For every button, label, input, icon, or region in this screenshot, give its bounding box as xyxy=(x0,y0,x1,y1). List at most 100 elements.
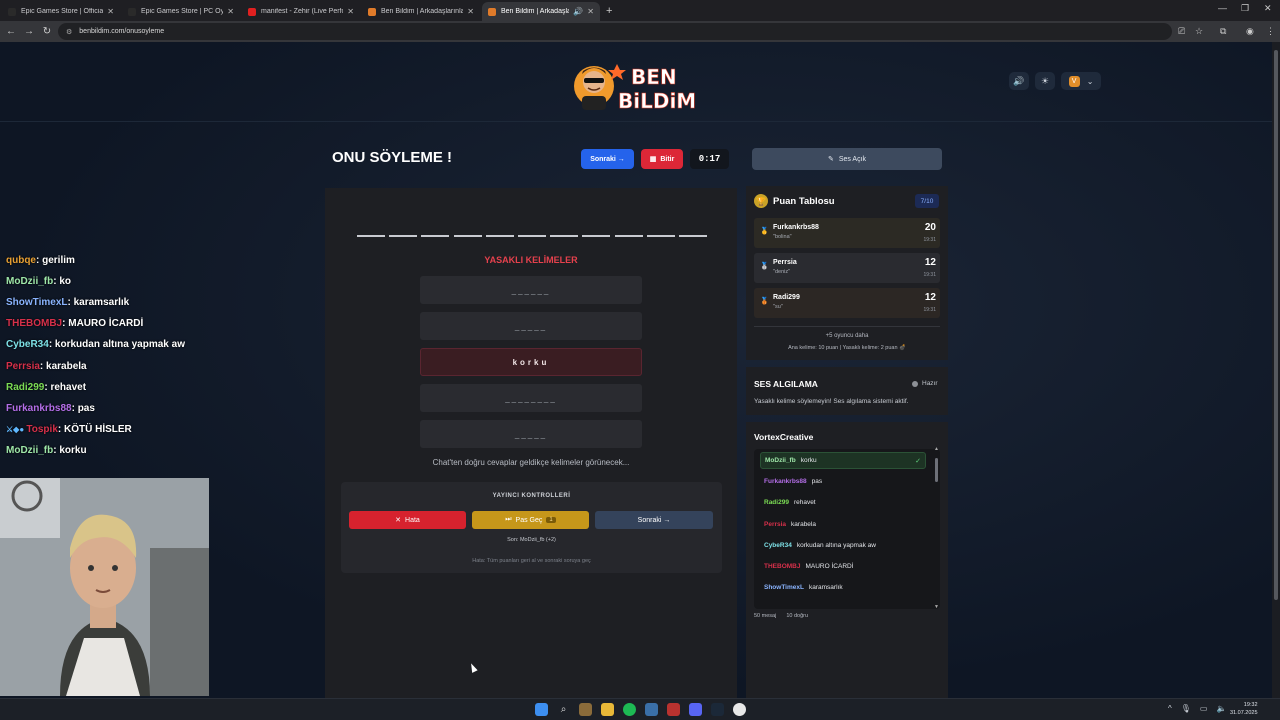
chat-message: karabela xyxy=(791,520,816,528)
browser-tab[interactable]: manifest - Zehir (Live Performa✕ xyxy=(242,2,360,21)
chat-scroll-thumb[interactable] xyxy=(935,458,938,482)
chat-message: : karabela xyxy=(39,360,87,372)
speaker-icon: 🔊 xyxy=(573,7,584,16)
chat-message: karamsarlık xyxy=(808,584,843,592)
file-explorer-icon[interactable] xyxy=(601,703,614,716)
chat-message: : KÖTÜ HİSLER xyxy=(57,423,132,435)
back-icon[interactable]: ← xyxy=(2,26,20,37)
chevron-up-icon[interactable]: ^ xyxy=(1168,704,1172,713)
sound-toggle-button[interactable]: ✎ Ses Açık xyxy=(752,148,942,170)
stream-chat-line: Radi299: rehavet xyxy=(6,382,86,393)
gold-medal-icon: 🥇 xyxy=(760,228,769,235)
chat-username: THEBOMBJ xyxy=(764,563,801,570)
os-taskbar: ⌕ ^ 🎙 ▭ 🔈 19:32 31.07.2025 xyxy=(0,698,1280,720)
error-button[interactable]: ✕ Hata xyxy=(349,511,466,529)
scroll-down-icon[interactable]: ▼ xyxy=(934,604,939,610)
stream-chat-line: ShowTimexL: karamsarlık xyxy=(6,297,129,308)
maximize-icon[interactable]: ❐ xyxy=(1241,3,1249,14)
widgets-icon[interactable] xyxy=(579,703,592,716)
tab-close-icon[interactable]: ✕ xyxy=(107,7,114,16)
steam-icon[interactable] xyxy=(711,703,724,716)
round-counter: 7/10 xyxy=(915,194,939,208)
next-control-button[interactable]: Sonraki → xyxy=(595,511,713,529)
chat-message: : korku xyxy=(53,444,87,456)
rank-word: "deniz" xyxy=(773,269,791,275)
profile-icon[interactable]: ◉ xyxy=(1246,26,1254,37)
page-scrollbar[interactable] xyxy=(1272,42,1280,698)
url-field[interactable]: ⚙ benbildim.com/onusoyleme xyxy=(58,23,1172,40)
site-header: BEN BiLDiM 🔊 ☀ V ⌄ xyxy=(0,42,1272,122)
letter-blank xyxy=(485,235,514,237)
site-logo[interactable]: BEN BiLDiM xyxy=(572,52,697,116)
chat-list-item: MoDzii_fb korku ✓ xyxy=(760,452,926,469)
browser-tab[interactable]: Epic Games Store | PC Oyunları✕ xyxy=(122,2,240,21)
stream-chat-line: MoDzii_fb: ko xyxy=(6,276,71,287)
banned-words-title: YASAKLI KELİMELER xyxy=(484,255,578,265)
close-window-icon[interactable]: ✕ xyxy=(1264,3,1272,14)
stream-chat-line: THEBOMBJ: MAURO İCARDİ xyxy=(6,318,143,329)
silver-medal-icon: 🥈 xyxy=(760,263,769,270)
chat-scrollbar[interactable]: ▲ ▼ xyxy=(934,446,940,610)
rank-time: 19:31 xyxy=(923,307,936,313)
profile-menu[interactable]: V ⌄ xyxy=(1061,72,1101,90)
app-icon[interactable] xyxy=(645,703,658,716)
more-players: +5 oyuncu daha xyxy=(825,333,869,339)
app-icon[interactable] xyxy=(667,703,680,716)
volume-icon[interactable]: 🔈 xyxy=(1216,704,1226,713)
tab-close-icon[interactable]: ✕ xyxy=(347,7,354,16)
mic-icon[interactable]: 🎙 xyxy=(1181,704,1191,713)
address-bar-row: ← → ↻ ⚙ benbildim.com/onusoyleme ⎚ ☆ ⧉ ◉… xyxy=(0,21,1280,42)
banned-word-slot: ________ xyxy=(420,384,642,412)
display-icon[interactable]: ▭ xyxy=(1200,704,1208,713)
spotify-icon[interactable] xyxy=(623,703,636,716)
chat-message-list[interactable]: MoDzii_fb korku ✓ Furkankrbs88 pas Radi299 reh… xyxy=(754,449,940,609)
next-button[interactable]: Sonraki → xyxy=(581,149,634,169)
bronze-medal-icon: 🥉 xyxy=(760,298,769,305)
browser-tab-active[interactable]: Ben Bildim | Arkadaşlarınla🔊✕ xyxy=(482,2,600,21)
rank-time: 19:31 xyxy=(923,237,936,243)
letter-blank xyxy=(614,235,643,237)
windows-start-icon[interactable] xyxy=(535,703,548,716)
pencil-icon: ✎ xyxy=(827,156,834,163)
menu-icon[interactable]: ⋮ xyxy=(1266,26,1275,37)
tab-close-icon[interactable]: ✕ xyxy=(467,7,474,16)
letter-blank xyxy=(582,235,611,237)
site-info-icon[interactable]: ⚙ xyxy=(66,28,72,36)
rank-points: 20 xyxy=(924,222,936,233)
cast-icon[interactable]: ⎚ xyxy=(1178,26,1185,37)
tab-close-icon[interactable]: ✕ xyxy=(227,7,234,16)
tab-favicon xyxy=(8,7,16,16)
chat-message: MAURO İCARDİ xyxy=(805,563,854,570)
header-controls: 🔊 ☀ V ⌄ xyxy=(1009,72,1101,90)
stream-chat-line: Furkankrbs88: pas xyxy=(6,403,95,414)
rank-row: 🥈 Perrsia "deniz" 12 19:31 xyxy=(754,253,940,283)
system-clock[interactable]: 19:32 31.07.2025 xyxy=(1230,701,1258,717)
finish-button[interactable]: ▦ Bitir xyxy=(641,149,683,169)
chat-username: Radi299 xyxy=(764,499,789,507)
forward-icon[interactable]: → xyxy=(20,26,38,37)
chat-message: : karamsarlık xyxy=(67,297,130,309)
tab-close-icon[interactable]: ✕ xyxy=(587,7,594,16)
browser-tab[interactable]: Epic Games Store | Official Site✕ xyxy=(2,2,120,21)
last-correct: Son: MoDzii_fb (+2) xyxy=(507,537,556,543)
points-rule: Ana kelime: 10 puan | Yasaklı kelime: 2 … xyxy=(788,345,906,351)
extensions-icon[interactable]: ⧉ xyxy=(1220,26,1226,37)
theme-sun-icon[interactable]: ☀ xyxy=(1035,72,1055,90)
new-tab-button[interactable]: + xyxy=(600,2,618,21)
reload-icon[interactable]: ↻ xyxy=(38,26,56,37)
minimize-icon[interactable]: — xyxy=(1218,3,1227,13)
bookmark-star-icon[interactable]: ☆ xyxy=(1195,26,1203,37)
pass-button[interactable]: ⏭ Pas Geç 1 xyxy=(472,511,589,529)
clock-date: 31.07.2025 xyxy=(1230,710,1258,716)
rank-points: 12 xyxy=(924,257,936,268)
browser-tab[interactable]: Ben Bildim | Arkadaşlarınla Onl✕ xyxy=(362,2,480,21)
chrome-icon[interactable] xyxy=(733,703,746,716)
sound-toggle-label: Ses Açık xyxy=(838,155,867,163)
scroll-up-icon[interactable]: ▲ xyxy=(934,446,939,452)
search-icon[interactable]: ⌕ xyxy=(557,703,570,716)
page-scroll-thumb[interactable] xyxy=(1274,50,1278,600)
chat-badge-icon: ⚔◆● xyxy=(6,424,27,434)
chat-username: Perrsia xyxy=(6,360,40,372)
sound-icon[interactable]: 🔊 xyxy=(1009,72,1029,90)
discord-icon[interactable] xyxy=(689,703,702,716)
